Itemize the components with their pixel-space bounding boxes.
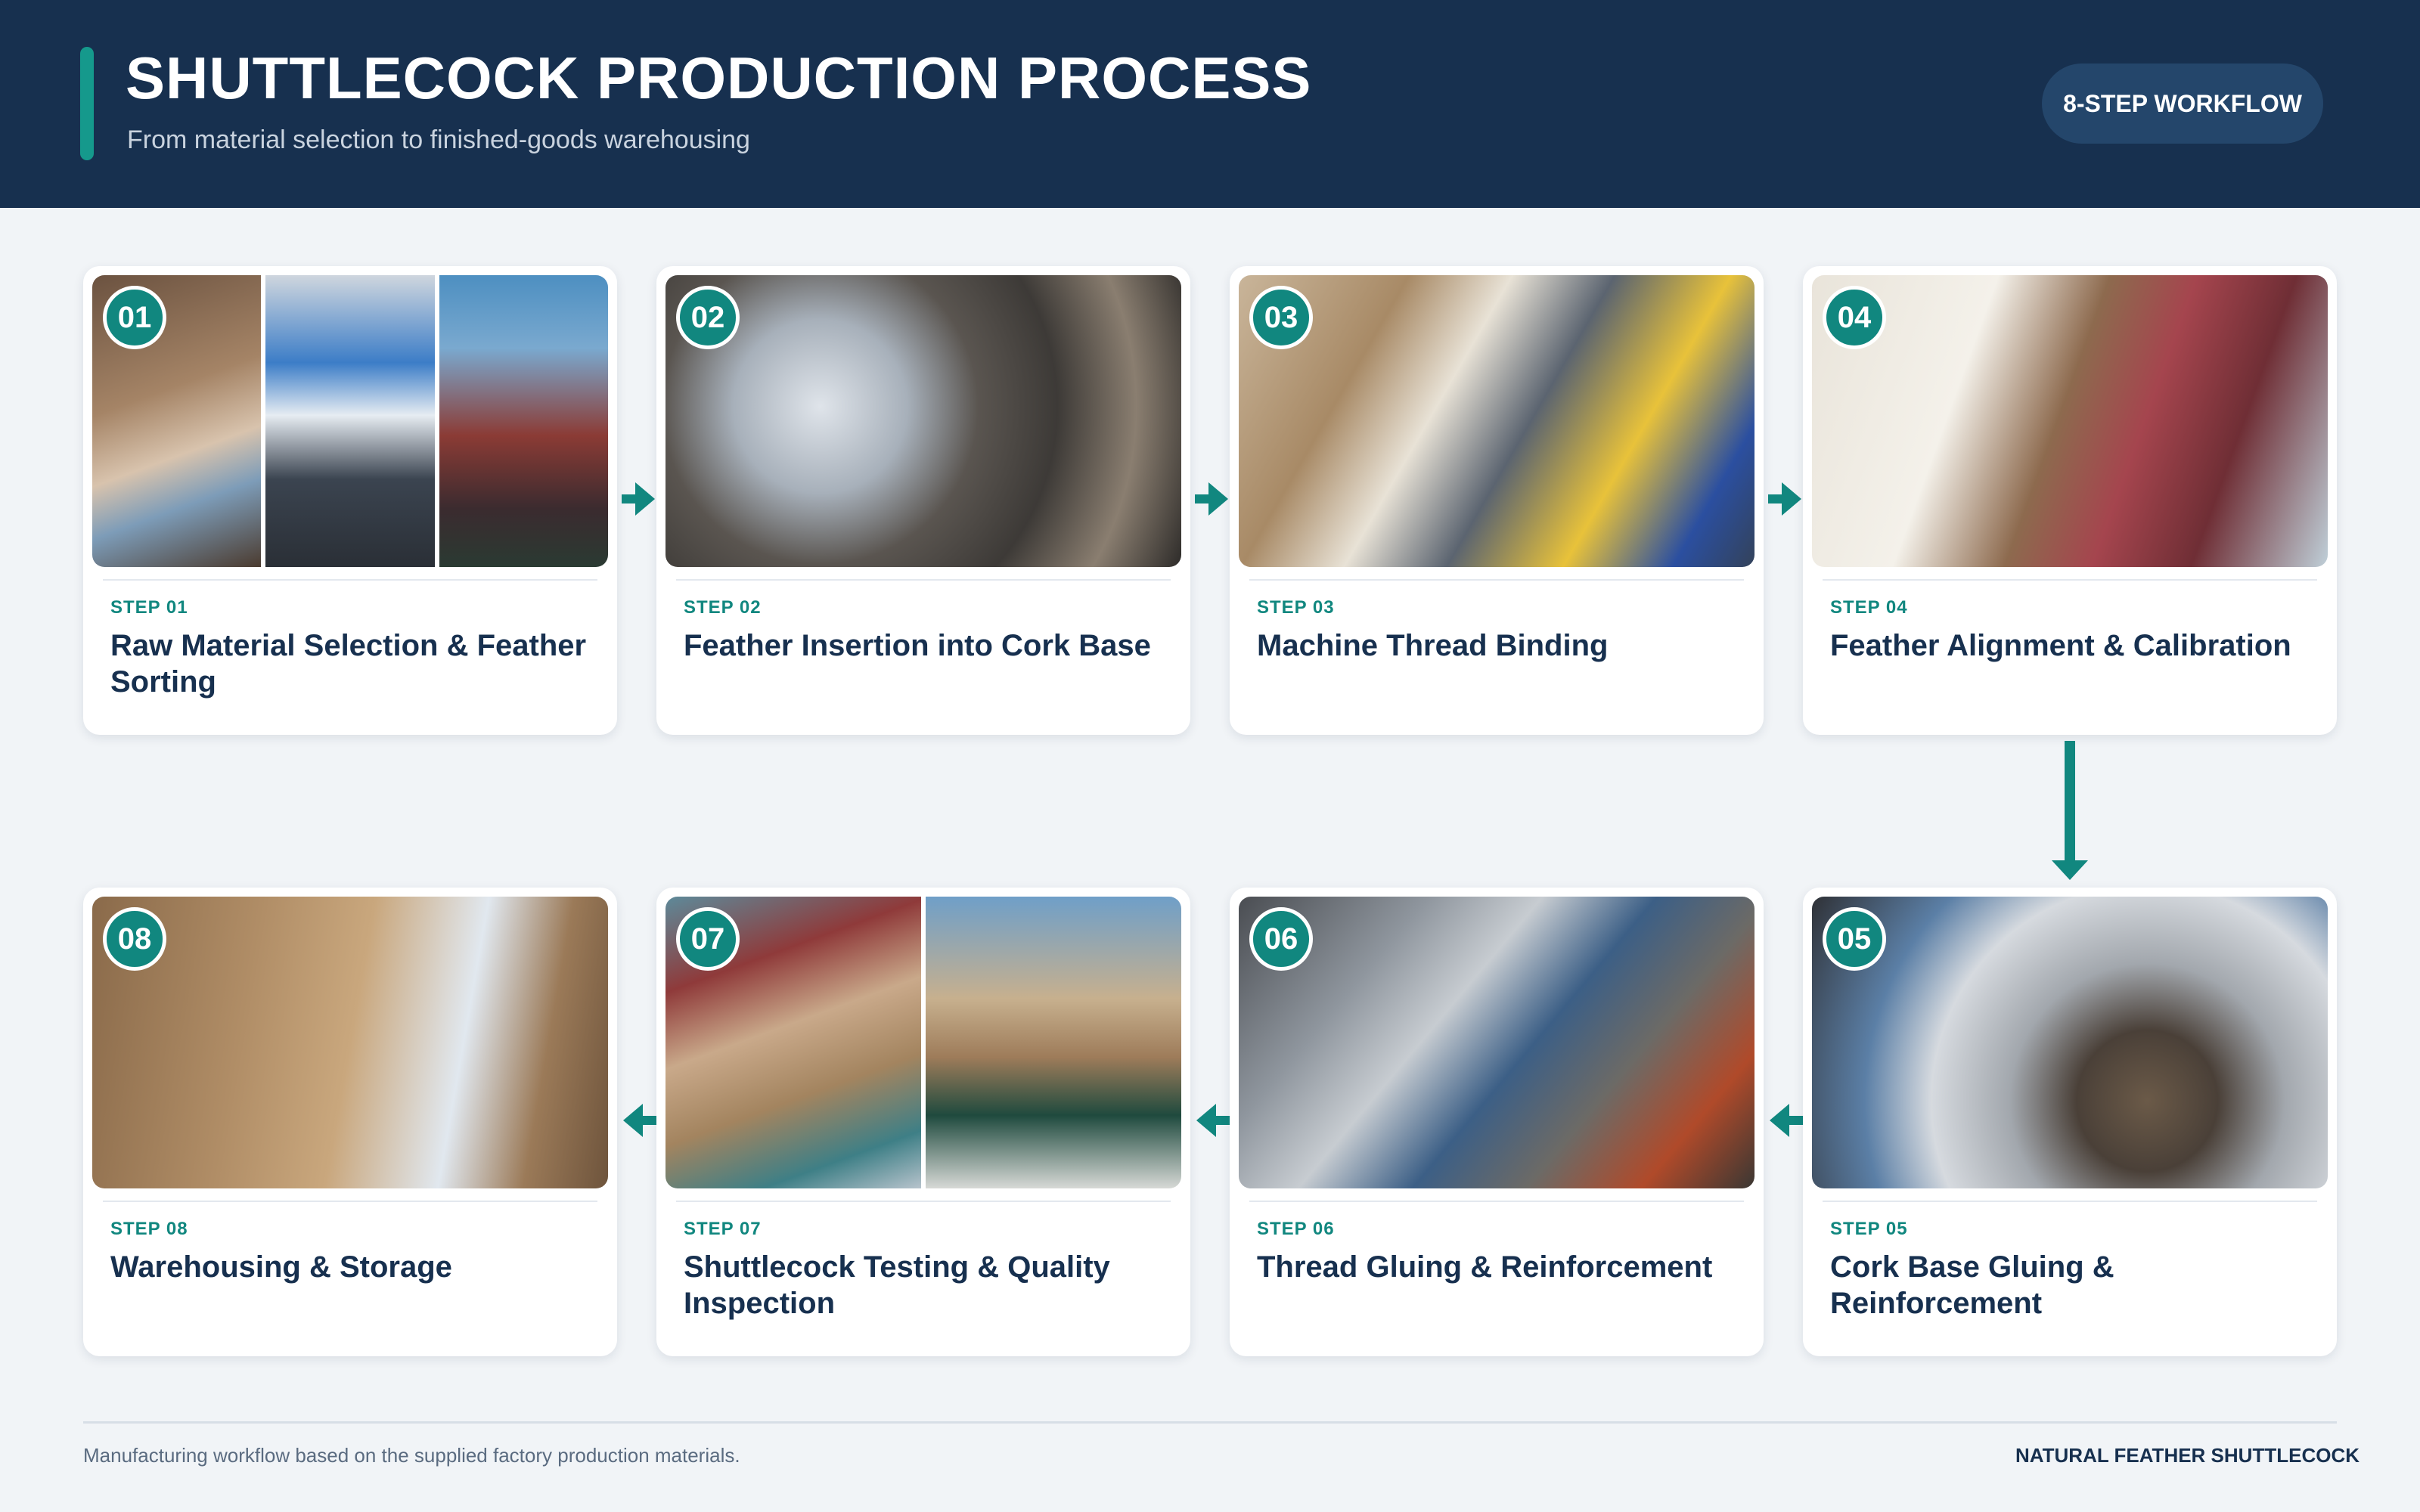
step-card-07: 07 STEP 07 Shuttlecock Testing & Quality… [656,888,1190,1356]
step-number-badge: 02 [676,286,740,349]
page-subtitle: From material selection to finished-good… [127,125,750,154]
card-divider [676,1201,1171,1202]
step-number-badge: 05 [1823,907,1886,971]
photo-warehouse-boxes [92,897,608,1188]
step-photo: 07 [666,897,1181,1188]
step-card-05: 05 STEP 05 Cork Base Gluing & Reinforcem… [1803,888,2337,1356]
photo-thread-gluing-machine [1239,897,1754,1188]
photo-thread-binding-workshop [1239,275,1754,567]
connector-down-line [2065,741,2075,862]
step-title: Cork Base Gluing & Reinforcement [1830,1250,2114,1320]
step-number-badge: 03 [1249,286,1313,349]
workflow-badge: 8-STEP WORKFLOW [2042,64,2323,144]
page-title: SHUTTLECOCK PRODUCTION PROCESS [126,45,1312,111]
arrow-right-icon [1768,482,1801,516]
arrow-right-icon [622,482,655,516]
arrow-left-icon [1196,1104,1230,1137]
step-card-01: 01 STEP 01 Raw Material Selection & Feat… [83,266,617,735]
footer-note: Manufacturing workflow based on the supp… [83,1444,740,1467]
card-divider [1823,579,2317,581]
step-number-badge: 04 [1823,286,1886,349]
step-card-04: 04 STEP 04 Feather Alignment & Calibrati… [1803,266,2337,735]
page-header: SHUTTLECOCK PRODUCTION PROCESS From mate… [0,0,2420,208]
step-photo: 02 [666,275,1181,567]
step-title: Feather Insertion into Cork Base [684,629,1151,662]
step-number-badge: 07 [676,907,740,971]
card-divider [103,1201,597,1202]
footer-brand: NATURAL FEATHER SHUTTLECOCK [2015,1444,2360,1467]
step-photo: 03 [1239,275,1754,567]
step-label: STEP 03 [1257,597,1335,618]
card-divider [1249,1201,1744,1202]
step-title: Raw Material Selection & Feather Sorting [110,629,587,699]
arrow-right-icon [1195,482,1228,516]
arrow-left-icon [623,1104,656,1137]
step-photo: 06 [1239,897,1754,1188]
step-card-02: 02 STEP 02 Feather Insertion into Cork B… [656,266,1190,735]
footer-divider [83,1421,2337,1424]
step-title: Warehousing & Storage [110,1250,452,1284]
step-label: STEP 02 [684,597,762,618]
step-photo: 04 [1812,275,2328,567]
step-label: STEP 04 [1830,597,1908,618]
step-label: STEP 07 [684,1219,762,1239]
step-photo: 01 [92,275,608,567]
step-photo: 05 [1812,897,2328,1188]
arrow-down-icon [2052,860,2088,880]
step-number-badge: 01 [103,286,166,349]
step-card-06: 06 STEP 06 Thread Gluing & Reinforcement [1230,888,1764,1356]
step-number-badge: 06 [1249,907,1313,971]
photo-sorting-workers [439,275,608,567]
photo-quality-inspection [926,897,1181,1188]
card-divider [1823,1201,2317,1202]
photo-feather-alignment [1812,275,2328,567]
step-number-badge: 08 [103,907,166,971]
step-title: Thread Gluing & Reinforcement [1257,1250,1713,1284]
photo-feather-insertion-machine [666,275,1181,567]
card-divider [1249,579,1744,581]
card-divider [103,579,597,581]
step-title: Shuttlecock Testing & Quality Inspection [684,1250,1110,1320]
photo-cork-gluing-machine [1812,897,2328,1188]
arrow-left-icon [1770,1104,1803,1137]
step-label: STEP 05 [1830,1219,1908,1239]
step-label: STEP 08 [110,1219,188,1239]
photo-inspection-monitor [265,275,435,567]
header-accent-bar [80,47,94,160]
card-divider [676,579,1171,581]
step-card-08: 08 STEP 08 Warehousing & Storage [83,888,617,1356]
step-title: Feather Alignment & Calibration [1830,629,2291,662]
step-label: STEP 06 [1257,1219,1335,1239]
step-label: STEP 01 [110,597,188,618]
step-card-03: 03 STEP 03 Machine Thread Binding [1230,266,1764,735]
step-photo: 08 [92,897,608,1188]
step-title: Machine Thread Binding [1257,629,1609,662]
